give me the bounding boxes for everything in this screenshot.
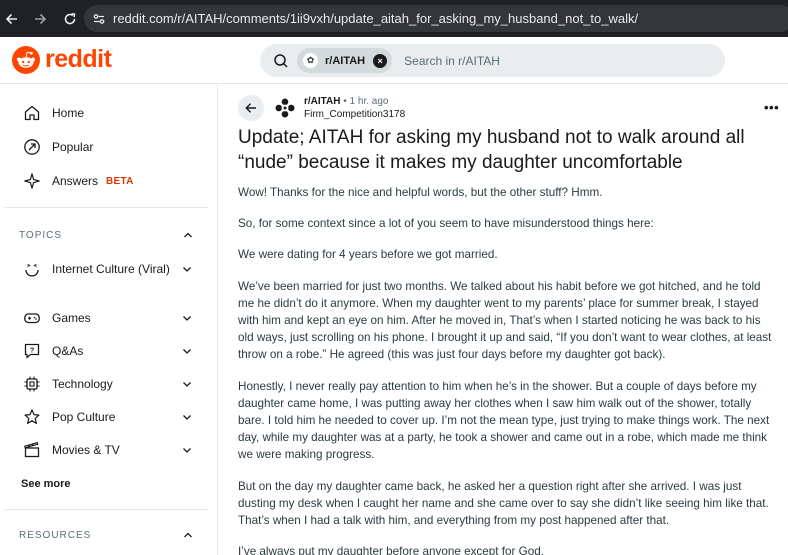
search-scope-chip[interactable]: ✿ r/AITAH × <box>297 48 393 73</box>
chevron-down-icon <box>183 448 191 453</box>
svg-text:?: ? <box>30 346 35 355</box>
gamepad-icon <box>24 313 40 324</box>
beta-badge: BETA <box>106 175 134 187</box>
home-icon <box>24 105 40 121</box>
sidebar-item-answers[interactable]: Answers BETA <box>23 172 134 190</box>
arrow-left-icon <box>245 103 256 113</box>
post-paragraph: So, for some context since a lot of you … <box>238 217 654 231</box>
sidebar-item-popular[interactable]: Popular <box>23 138 93 156</box>
sidebar-topic-label: Internet Culture (Viral) <box>52 261 170 276</box>
left-sidebar: Home Popular Answers BETA TOPICS Interne… <box>0 85 218 555</box>
sidebar-topic-label: Games <box>52 310 91 325</box>
sidebar-item-label: Answers <box>52 174 99 188</box>
post-author[interactable]: Firm_Competition3178 <box>304 109 405 120</box>
back-button[interactable] <box>238 95 264 121</box>
url-text[interactable]: reddit.com/r/AITAH/comments/1ii9vxh/upda… <box>113 11 638 26</box>
post-paragraph: We were dating for 4 years before we got… <box>238 248 498 262</box>
subreddit-link[interactable]: r/AITAH • 1 hr. ago <box>304 96 388 107</box>
sidebar-topic-internet-culture[interactable]: Internet Culture (Viral) <box>23 260 193 278</box>
post-timestamp: • 1 hr. ago <box>343 96 389 107</box>
chevron-down-icon <box>183 349 191 354</box>
star-icon <box>24 409 40 424</box>
post-paragraph: We’ve been married for just two months. … <box>238 279 772 362</box>
search-bar[interactable]: ✿ r/AITAH × <box>260 44 725 77</box>
subreddit-name: r/AITAH <box>304 96 341 107</box>
post-paragraph: I’ve always put my daughter before anyon… <box>238 545 544 555</box>
chevron-down-icon <box>183 267 191 272</box>
reddit-wordmark: reddit <box>45 45 112 73</box>
search-icon <box>274 53 288 68</box>
reddit-logo[interactable]: reddit <box>12 45 112 74</box>
chevron-down-icon <box>183 382 191 387</box>
internet-culture-icon <box>25 263 39 277</box>
site-settings-icon[interactable] <box>90 10 107 27</box>
sidebar-divider <box>5 509 208 510</box>
clapperboard-icon <box>24 441 40 458</box>
chip-icon <box>24 376 40 392</box>
sidebar-topic-movies-tv[interactable]: Movies & TV <box>23 441 193 459</box>
post-paragraph: Wow! Thanks for the nice and helpful wor… <box>238 186 603 199</box>
chevron-up-icon <box>184 532 192 538</box>
sidebar-item-label: Popular <box>52 140 94 154</box>
topics-section-header[interactable]: TOPICS <box>19 229 194 241</box>
resources-heading: RESOURCES <box>19 529 92 541</box>
more-options-button[interactable]: ••• <box>764 100 779 115</box>
sidebar-topic-qas[interactable]: ? Q&As <box>23 342 193 360</box>
chevron-up-icon <box>184 232 192 238</box>
post-body: Wow! Thanks for the nice and helpful wor… <box>238 184 778 555</box>
clear-scope-icon[interactable]: × <box>373 53 388 68</box>
post-meta: r/AITAH • 1 hr. ago Firm_Competition3178… <box>238 95 779 121</box>
chevron-down-icon <box>183 316 191 321</box>
topics-heading: TOPICS <box>19 229 63 241</box>
sidebar-topic-label: Pop Culture <box>52 409 116 424</box>
address-bar[interactable]: reddit.com/r/AITAH/comments/1ii9vxh/upda… <box>84 5 788 32</box>
see-more-link[interactable]: See more <box>21 478 71 490</box>
browser-toolbar: reddit.com/r/AITAH/comments/1ii9vxh/upda… <box>0 0 788 37</box>
subreddit-avatar-icon[interactable] <box>274 97 296 119</box>
site-header: reddit ✿ r/AITAH × <box>0 37 788 84</box>
browser-reload-icon[interactable] <box>60 9 80 29</box>
post-paragraph: Honestly, I never really pay attention t… <box>238 379 770 462</box>
post-title: Update; AITAH for asking my husband not … <box>238 127 745 173</box>
sidebar-item-home[interactable]: Home <box>23 104 84 122</box>
sidebar-topic-label: Technology <box>52 376 113 391</box>
sidebar-divider <box>5 207 208 208</box>
answers-icon <box>24 173 40 189</box>
chevron-down-icon <box>183 415 191 420</box>
reddit-snoo-icon <box>12 45 40 74</box>
sidebar-topic-pop-culture[interactable]: Pop Culture <box>23 408 193 426</box>
browser-forward-icon[interactable] <box>30 9 50 29</box>
post-paragraph: But on the day my daughter came back, he… <box>238 479 769 528</box>
popular-icon <box>24 139 40 155</box>
search-input[interactable] <box>404 53 705 68</box>
resources-section-header[interactable]: RESOURCES <box>19 529 194 541</box>
qa-icon: ? <box>24 343 40 359</box>
browser-back-icon[interactable] <box>2 9 22 29</box>
sidebar-topic-games[interactable]: Games <box>23 309 193 327</box>
sidebar-item-label: Home <box>52 106 85 120</box>
sidebar-topic-label: Q&As <box>52 343 84 358</box>
search-scope-label: r/AITAH <box>325 54 366 67</box>
sidebar-topic-technology[interactable]: Technology <box>23 375 193 393</box>
subreddit-flower-icon: ✿ <box>303 53 318 68</box>
sidebar-topic-label: Movies & TV <box>52 442 120 457</box>
